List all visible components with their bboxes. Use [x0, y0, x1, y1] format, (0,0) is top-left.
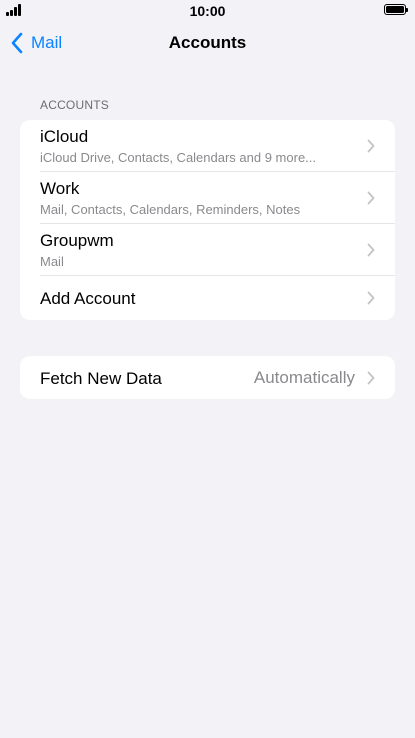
battery-icon	[384, 4, 408, 15]
chevron-right-icon	[367, 139, 375, 153]
account-subtitle: Mail, Contacts, Calendars, Reminders, No…	[40, 202, 301, 217]
chevron-right-icon	[367, 243, 375, 257]
page-title: Accounts	[168, 33, 247, 52]
fetch-new-data-value: Automatically	[253, 368, 355, 387]
account-subtitle: Mail	[40, 254, 64, 269]
navigation-bar: Mail Accounts	[0, 22, 415, 64]
fetch-new-data-label: Fetch New Data	[40, 369, 162, 388]
section-header-accounts: ACCOUNTS	[40, 98, 109, 112]
account-title: iCloud	[40, 127, 89, 146]
chevron-right-icon	[367, 371, 375, 385]
account-subtitle: iCloud Drive, Contacts, Calendars and 9 …	[40, 150, 317, 165]
account-row-groupwm[interactable]: Groupwm Mail	[20, 224, 395, 276]
account-row-icloud[interactable]: iCloud iCloud Drive, Contacts, Calendars…	[20, 120, 395, 172]
chevron-right-icon	[367, 191, 375, 205]
status-time: 10:00	[189, 3, 226, 19]
add-account-label: Add Account	[40, 289, 136, 308]
fetch-settings-list: Fetch New Data Automatically	[20, 356, 395, 399]
status-bar: 10:00	[0, 0, 415, 22]
accounts-list: iCloud iCloud Drive, Contacts, Calendars…	[20, 120, 395, 320]
chevron-right-icon	[367, 291, 375, 305]
account-title: Work	[40, 179, 80, 198]
add-account-button[interactable]: Add Account	[20, 276, 395, 320]
account-title: Groupwm	[40, 231, 114, 250]
account-row-work[interactable]: Work Mail, Contacts, Calendars, Reminder…	[20, 172, 395, 224]
fetch-new-data-row[interactable]: Fetch New Data Automatically	[20, 356, 395, 399]
